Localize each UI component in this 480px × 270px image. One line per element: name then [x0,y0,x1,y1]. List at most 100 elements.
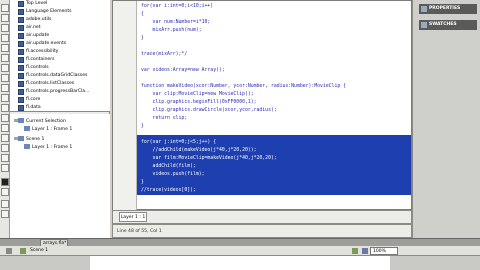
line-number-gutter [113,1,137,211]
code-line-selected: addChild(film); [141,164,196,169]
pencil-tool-icon[interactable] [1,84,9,92]
list-item[interactable]: Language Elements [18,8,72,16]
zoom-select[interactable]: 100% [370,247,398,255]
code-line-selected: } [141,180,144,185]
book-icon [18,73,24,79]
code-line: for(var i:int=0;i<10;i++) [141,4,214,9]
eraser-tool-icon[interactable] [1,144,9,152]
code-line-selected: //trace(videos[0]); [141,188,196,193]
actions-panel: Top Level Language Elements adobe.utils … [10,0,110,243]
eyedropper-tool-icon[interactable] [1,134,9,142]
book-icon [18,17,24,23]
layer-tab[interactable]: Layer 1 : 1 [119,212,147,222]
scene-label[interactable]: Scene 1 [30,246,48,256]
code-line: clip.graphics.drawCircle(xcor,ycor,radiu… [141,108,277,113]
code-line: } [141,36,144,41]
code-status-bar: Layer 1 : 1 [112,210,412,224]
code-editor[interactable]: for(var i:int=0;i<10;i++) { var num:Numb… [112,0,412,211]
book-icon [18,89,24,95]
selection-icon [18,118,24,123]
list-item[interactable]: fl.containers [18,56,55,64]
book-icon [18,25,24,31]
deco-tool-icon[interactable] [1,104,9,112]
right-panel-dock: PROPERTIES SWATCHES [412,0,480,243]
frame-icon [24,144,30,149]
tools-panel [0,0,10,243]
properties-panel-button[interactable]: PROPERTIES [419,4,477,14]
brush-tool-icon[interactable] [1,94,9,102]
book-icon [18,65,24,71]
list-item[interactable]: air.update.events [18,40,66,48]
line-tool-icon[interactable] [1,64,9,72]
code-line: var videos:Array=new Array(); [141,68,225,73]
code-line: clip.graphics.beginFill(0xFF0000,1); [141,100,257,105]
document-tab-bar: arrays.fla* [0,238,480,247]
book-icon [18,9,24,15]
book-icon [18,41,24,47]
scene-icon [18,136,24,141]
tree-item[interactable]: Layer 1 : Frame 1 [24,144,72,152]
book-icon [18,33,24,39]
rectangle-tool-icon[interactable] [1,74,9,82]
code-line: return clip; [141,116,188,121]
properties-icon [421,6,427,12]
tree-item[interactable]: ⊟ Current Selection [14,118,66,126]
tree-item[interactable]: Layer 1 : Frame 1 [24,126,72,134]
selection-tool-icon[interactable] [1,4,9,12]
code-line: { [141,12,144,17]
code-line-selected: var film:MovieClip=makeVideo(j*40,j*20,2… [141,156,277,161]
list-item[interactable]: fl.controls.dataGridClasses [18,72,87,80]
script-navigator: ⊟ Current Selection Layer 1 : Frame 1 ⊟ Sc… [10,114,110,242]
edit-bar: Scene 1 100% [0,246,480,256]
edit-scene-icon[interactable] [352,248,358,254]
book-icon [18,105,24,111]
subselection-tool-icon[interactable] [1,14,9,22]
swatches-panel-button[interactable]: SWATCHES [419,20,477,30]
book-icon [18,1,24,7]
code-line: trace(mixArr);*/ [141,52,188,57]
pen-tool-icon[interactable] [1,44,9,52]
edit-symbols-icon[interactable] [362,248,368,254]
swatches-icon [421,22,427,28]
bone-tool-icon[interactable] [1,114,9,122]
paint-bucket-tool-icon[interactable] [1,124,9,132]
text-tool-icon[interactable] [1,54,9,62]
zoom-tool-icon[interactable] [1,164,9,172]
free-transform-tool-icon[interactable] [1,24,9,32]
book-icon [18,57,24,63]
book-icon [18,49,24,55]
list-item[interactable]: fl.controls.listClasses [18,80,74,88]
fill-color-icon[interactable] [1,188,9,196]
list-item[interactable]: fl.accessibility [18,48,58,56]
list-item[interactable]: fl.controls [18,64,49,72]
list-item[interactable]: fl.data [18,104,41,112]
list-item[interactable]: fl.core [18,96,40,104]
list-item[interactable]: fl.controls.progressBarCla... [18,88,90,96]
stage[interactable] [90,256,390,270]
back-arrow-icon[interactable] [6,248,12,254]
line-info-bar: Line 48 of 55, Col 1 [112,224,412,238]
stroke-color-icon[interactable] [1,178,9,186]
smooth-icon[interactable] [1,210,9,218]
list-item[interactable]: air.net [18,24,41,32]
frame-icon [24,126,30,131]
code-line: var clip:MovieClip=new MovieClip(); [141,92,254,97]
code-line: var num:Number=i*10; [141,20,211,25]
code-line: function makeVideo(xcor:Number, ycor:Num… [141,84,347,89]
scene-icon [20,248,26,254]
snap-icon[interactable] [1,200,9,208]
code-line: } [141,124,144,129]
actions-toolbox: Top Level Language Elements adobe.utils … [10,0,110,112]
hand-tool-icon[interactable] [1,154,9,162]
tree-item[interactable]: ⊟ Scene 1 [14,136,44,144]
line-info: Line 48 of 55, Col 1 [117,229,162,234]
list-item[interactable]: Top Level [18,0,47,8]
lasso-tool-icon[interactable] [1,34,9,42]
code-line-selected: //addChild(makeVideo(j*40,j*20,20)); [141,148,257,153]
code-line-selected: for(var j:int=0;j<5;j++) { [141,140,217,145]
code-line-selected: videos.push(film); [141,172,205,177]
book-icon [18,97,24,103]
list-item[interactable]: air.update [18,32,49,40]
code-line-selected: videos[1].alpha=0.25; [141,196,202,201]
list-item[interactable]: adobe.utils [18,16,51,24]
